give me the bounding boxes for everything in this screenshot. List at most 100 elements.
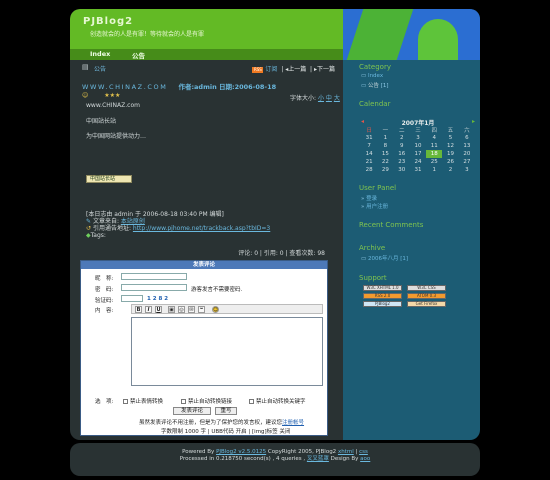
calendar-day[interactable]: 9 xyxy=(394,142,410,150)
calendar-day[interactable]: 12 xyxy=(442,142,458,150)
calendar-day[interactable]: 3 xyxy=(459,166,475,174)
w3c-css-badge[interactable]: W3C CSS xyxy=(407,285,446,291)
calendar-day[interactable]: 7 xyxy=(361,142,377,150)
next-post-link[interactable]: 下一篇 xyxy=(317,66,335,73)
calendar-day[interactable]: 4 xyxy=(426,134,442,142)
category-item-announcement[interactable]: ▭ 公告 [1] xyxy=(361,81,389,89)
calendar-day[interactable]: 2 xyxy=(442,166,458,174)
option-no-links[interactable]: 禁止自动转换链接 xyxy=(181,397,232,405)
calendar-week-row: 21 22 23 24 25 26 27 xyxy=(361,158,475,166)
calendar-day[interactable]: 20 xyxy=(459,150,475,158)
font-size-small[interactable]: 小 xyxy=(318,95,324,102)
atom-badge[interactable]: ATOM 0.3 xyxy=(407,293,446,299)
calendar-day[interactable]: 18 xyxy=(426,150,443,158)
rss-badge[interactable]: RSS 2.0 xyxy=(363,293,402,299)
rss-icon[interactable]: RSS xyxy=(252,66,264,73)
email-icon[interactable]: ✉ xyxy=(188,306,195,313)
prev-post-link[interactable]: 上一篇 xyxy=(288,66,306,73)
link-icon[interactable]: ◎ xyxy=(178,306,185,313)
nav-item-index[interactable]: Index xyxy=(90,50,110,58)
calendar-day[interactable]: 21 xyxy=(361,158,377,166)
submit-comment-button[interactable]: 发表评论 xyxy=(173,407,211,415)
checkbox-no-links[interactable] xyxy=(181,399,186,404)
bold-button[interactable]: B xyxy=(135,306,142,313)
calendar-day[interactable]: 19 xyxy=(442,150,458,158)
image-icon[interactable]: ▣ xyxy=(168,306,175,313)
main-panel: PJBlog2 创造就会的人是有罪！等待就会的人是有罪 Index 公告 ▤ 公… xyxy=(70,9,343,440)
trackback-icon: ↺ xyxy=(86,225,92,232)
calendar-day[interactable]: 22 xyxy=(377,158,393,166)
verify-input[interactable] xyxy=(121,295,143,302)
password-input[interactable] xyxy=(121,284,187,291)
smiley-icon[interactable]: ☺ xyxy=(212,306,219,313)
calendar-day[interactable]: 2 xyxy=(394,134,410,142)
css-link[interactable]: css xyxy=(359,449,368,455)
calendar-day[interactable]: 11 xyxy=(426,142,442,150)
calendar-day[interactable]: 1 xyxy=(377,134,393,142)
user-panel-register[interactable]: » 用户注册 xyxy=(361,202,388,210)
register-link[interactable]: 注册帐号 xyxy=(282,420,304,426)
calendar-day[interactable]: 28 xyxy=(361,166,377,174)
chinaz-logo-badge[interactable]: 中国站长站 xyxy=(86,175,132,183)
category-item-index[interactable]: ▭ Index xyxy=(361,73,383,79)
user-panel-login[interactable]: » 登录 xyxy=(361,194,377,202)
firefox-badge[interactable]: Get Firefox xyxy=(407,301,446,307)
designer-link[interactable]: aoo xyxy=(360,456,370,462)
underline-button[interactable]: U xyxy=(155,306,162,313)
pjblog-badge[interactable]: PJBlog2 xyxy=(363,301,402,307)
skin-link[interactable]: 叉叉蓝罩 xyxy=(307,456,329,462)
archive-link[interactable]: 2006年八月 [1] xyxy=(368,256,408,262)
calendar-day[interactable]: 24 xyxy=(410,158,426,166)
source-link[interactable]: 本站原创 xyxy=(121,218,145,225)
name-input[interactable] xyxy=(121,273,187,280)
calendar-day[interactable]: 26 xyxy=(442,158,458,166)
calendar-day[interactable]: 31 xyxy=(361,134,377,142)
trackback-label: 引用通告地址: xyxy=(92,225,131,232)
calendar-prev-icon[interactable]: ◂ xyxy=(361,118,364,125)
mood-icon: ☺ xyxy=(82,92,89,99)
italic-button[interactable]: I xyxy=(145,306,152,313)
calendar-day[interactable]: 6 xyxy=(459,134,475,142)
calendar-day[interactable]: 31 xyxy=(410,166,426,174)
site-header: PJBlog2 创造就会的人是有罪！等待就会的人是有罪 Index 公告 xyxy=(70,9,343,60)
calendar-day[interactable]: 1 xyxy=(426,166,442,174)
calendar-day[interactable]: 23 xyxy=(394,158,410,166)
xhtml-link[interactable]: xhtml xyxy=(338,449,354,455)
calendar-day[interactable]: 15 xyxy=(377,150,393,158)
trackback-link[interactable]: http://www.pjhome.net/trackback.asp?tbID… xyxy=(133,225,270,232)
archive-item[interactable]: ▭ 2006年八月 [1] xyxy=(361,254,408,262)
register-link-sidebar[interactable]: 用户注册 xyxy=(366,204,388,210)
calendar-day[interactable]: 8 xyxy=(377,142,393,150)
option-no-links-label: 禁止自动转换链接 xyxy=(188,399,233,405)
calendar-day[interactable]: 17 xyxy=(410,150,426,158)
font-size-large[interactable]: 大 xyxy=(334,95,340,102)
calendar-day[interactable]: 3 xyxy=(410,134,426,142)
calendar-day[interactable]: 14 xyxy=(361,150,377,158)
checkbox-no-keywords[interactable] xyxy=(249,399,254,404)
reset-button[interactable]: 重写 xyxy=(215,407,237,415)
comment-textarea[interactable] xyxy=(131,317,323,386)
nav-item-announcement[interactable]: 公告 xyxy=(132,50,145,60)
category-announcement-link[interactable]: 公告 xyxy=(368,83,379,89)
checkbox-no-smilies[interactable] xyxy=(123,399,128,404)
calendar-day[interactable]: 5 xyxy=(442,134,458,142)
calendar-day[interactable]: 29 xyxy=(377,166,393,174)
option-no-smilies[interactable]: 禁止表情转换 xyxy=(123,397,163,405)
calendar-day[interactable]: 10 xyxy=(410,142,426,150)
calendar-next-icon[interactable]: ▸ xyxy=(472,118,475,125)
w3c-xhtml-badge[interactable]: W3C XHTML 1.0 xyxy=(363,285,402,291)
calendar-day[interactable]: 16 xyxy=(394,150,410,158)
calendar-day[interactable]: 13 xyxy=(459,142,475,150)
category-index-link[interactable]: Index xyxy=(368,73,383,79)
subscribe-link[interactable]: 订阅 xyxy=(265,66,277,73)
site-subtitle: 创造就会的人是有罪！等待就会的人是有罪 xyxy=(90,31,205,38)
calendar-day[interactable]: 30 xyxy=(394,166,410,174)
calendar-day[interactable]: 25 xyxy=(426,158,442,166)
post-category-link[interactable]: 公告 xyxy=(94,64,106,73)
site-title[interactable]: PJBlog2 xyxy=(83,16,133,27)
font-size-medium[interactable]: 中 xyxy=(326,95,332,102)
quote-icon[interactable]: ❝ xyxy=(198,306,205,313)
pjblog-version-link[interactable]: PJBlog2 v2.5.0125 xyxy=(216,449,266,455)
calendar-day[interactable]: 27 xyxy=(459,158,475,166)
option-no-keywords[interactable]: 禁止自动转换关键字 xyxy=(249,397,306,405)
